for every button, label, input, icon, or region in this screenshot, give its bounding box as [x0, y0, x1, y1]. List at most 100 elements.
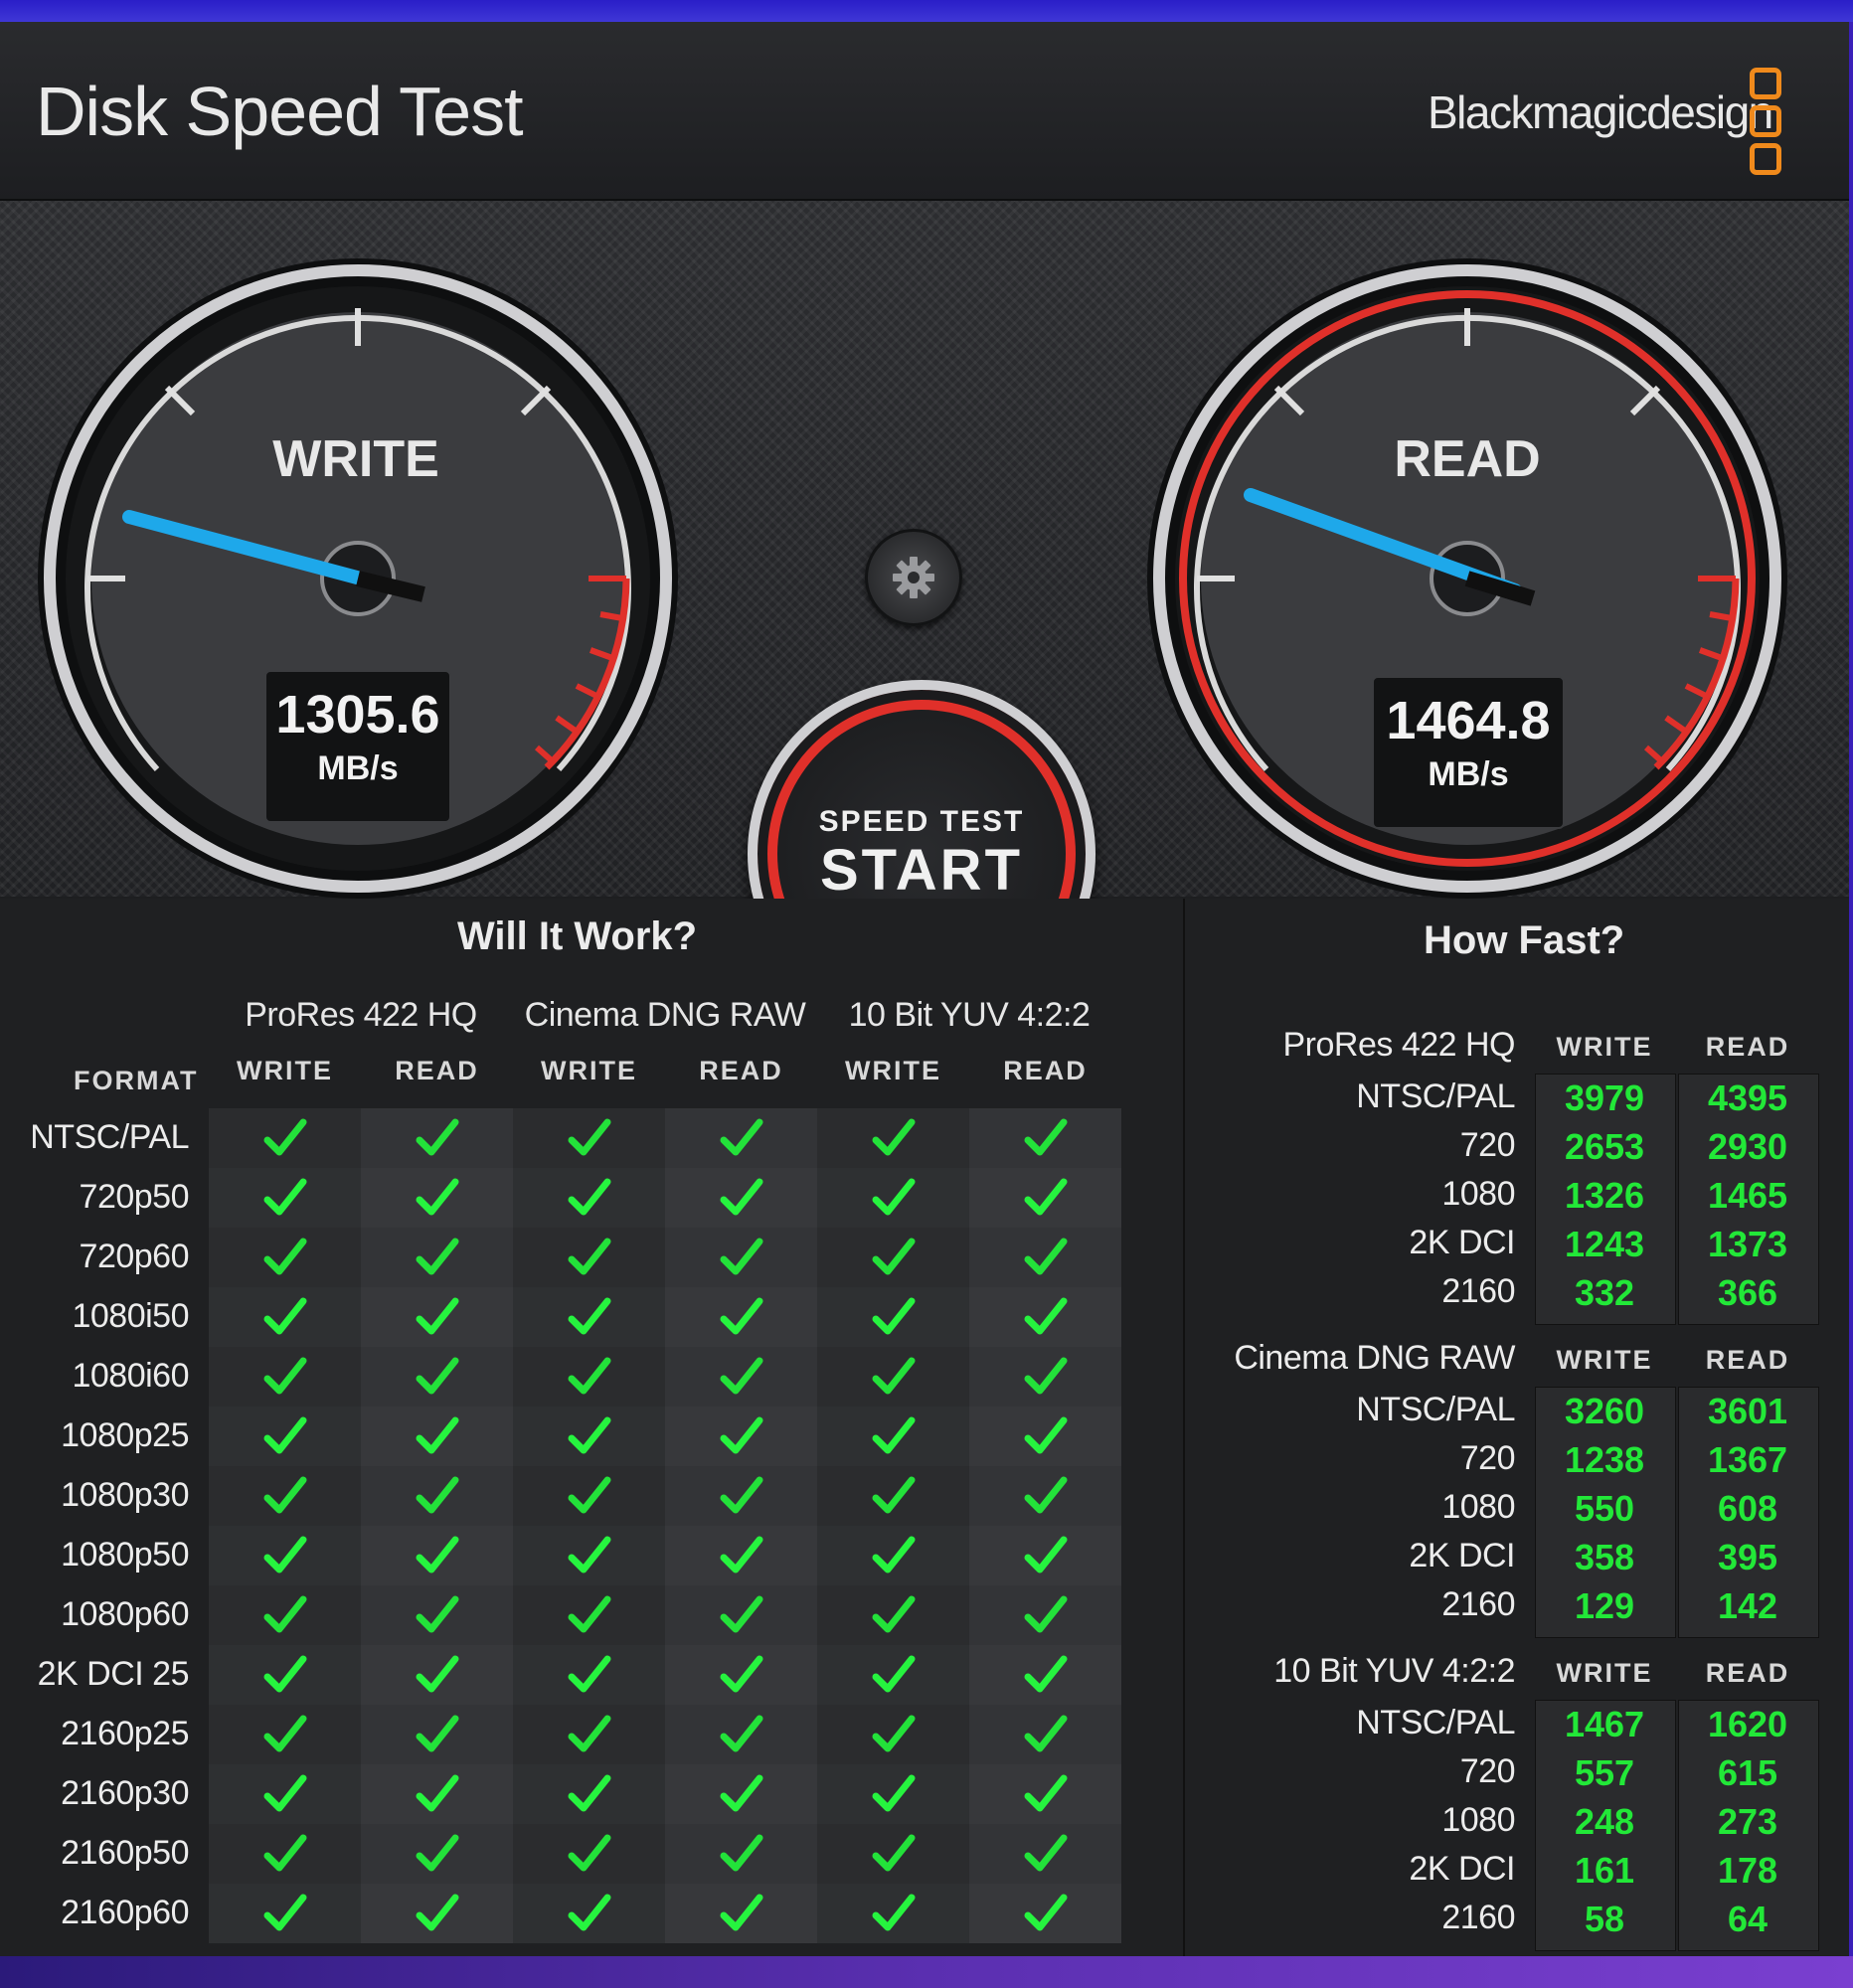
compatibility-cell [361, 1764, 513, 1824]
compatibility-cell [209, 1466, 361, 1526]
gauge-panel: WRITE 1305.6 MB/s SPEED TEST START READ … [0, 201, 1849, 1028]
how-fast-write-value: 248 [1574, 1801, 1635, 1842]
compatibility-cell [665, 1108, 817, 1168]
compatibility-cell [513, 1347, 665, 1407]
will-it-work-title: Will It Work? [457, 914, 698, 958]
compatibility-grid [209, 1108, 1123, 1943]
check-icon [416, 1178, 458, 1216]
how-fast-write-value: 550 [1574, 1488, 1635, 1529]
check-icon [263, 1118, 306, 1156]
compatibility-cell [969, 1585, 1121, 1645]
how-fast-read-value: 142 [1717, 1585, 1778, 1626]
compatibility-row [209, 1645, 1123, 1705]
check-icon [720, 1238, 762, 1275]
check-icon [416, 1536, 458, 1574]
how-fast-read-value: 395 [1717, 1537, 1778, 1577]
check-icon [720, 1118, 762, 1156]
check-icon [720, 1297, 762, 1335]
app-window: Disk Speed Test Blackmagicdesign WRITE 1… [0, 22, 1849, 1956]
check-icon [720, 1595, 762, 1633]
compatibility-cell [969, 1168, 1121, 1228]
compatibility-cell [969, 1108, 1121, 1168]
compatibility-cell [361, 1884, 513, 1943]
check-icon [720, 1655, 762, 1693]
compatibility-row [209, 1585, 1123, 1645]
check-icon [263, 1297, 306, 1335]
how-fast-read-value: 608 [1717, 1488, 1778, 1529]
how-fast-row-label: 2K DCI [1409, 1850, 1515, 1888]
check-icon [263, 1595, 306, 1633]
check-icon [263, 1416, 306, 1454]
check-icon [263, 1476, 306, 1514]
how-fast-write-value: 2653 [1564, 1126, 1645, 1167]
read-readout: 1464.8 MB/s [1372, 676, 1565, 829]
how-fast-write-value: 358 [1574, 1537, 1635, 1577]
how-fast-row-label: 720 [1459, 1439, 1516, 1477]
format-row-label: 720p60 [79, 1238, 190, 1275]
check-icon [720, 1416, 762, 1454]
check-icon [1024, 1715, 1067, 1752]
format-row-label: 1080i50 [72, 1297, 189, 1335]
compatibility-cell [665, 1824, 817, 1884]
compatibility-cell [209, 1347, 361, 1407]
how-fast-read-value: 3601 [1707, 1391, 1788, 1431]
check-icon [720, 1178, 762, 1216]
compatibility-row [209, 1287, 1123, 1347]
write-speed-unit: MB/s [317, 749, 399, 787]
how-fast-read-value: 1367 [1707, 1439, 1788, 1480]
compatibility-cell [817, 1764, 969, 1824]
how-fast-row-label: NTSC/PAL [1356, 1077, 1515, 1115]
check-icon [416, 1416, 458, 1454]
check-icon [416, 1118, 458, 1156]
write-gauge-label: WRITE [272, 430, 439, 488]
group-header-cinema-dng: Cinema DNG RAW [524, 996, 806, 1034]
check-icon [416, 1834, 458, 1872]
group-header-yuv: 10 Bit YUV 4:2:2 [848, 996, 1091, 1034]
read-speed-value: 1464.8 [1386, 691, 1551, 750]
check-icon [416, 1715, 458, 1752]
check-icon [872, 1536, 915, 1574]
compatibility-cell [665, 1287, 817, 1347]
compatibility-row [209, 1347, 1123, 1407]
check-icon [263, 1536, 306, 1574]
check-icon [720, 1894, 762, 1931]
check-icon [568, 1118, 610, 1156]
check-icon [720, 1536, 762, 1574]
compatibility-cell [665, 1705, 817, 1764]
how-fast-section-title: Cinema DNG RAW [1234, 1339, 1515, 1377]
compatibility-cell [665, 1764, 817, 1824]
compatibility-cell [513, 1228, 665, 1287]
compatibility-cell [513, 1108, 665, 1168]
compatibility-cell [969, 1884, 1121, 1943]
compatibility-cell [513, 1466, 665, 1526]
compatibility-cell [817, 1287, 969, 1347]
compatibility-row [209, 1884, 1123, 1943]
compatibility-cell [817, 1347, 969, 1407]
how-fast-write-value: 3260 [1564, 1391, 1645, 1431]
how-fast-section-title: 10 Bit YUV 4:2:2 [1273, 1652, 1515, 1690]
compatibility-row [209, 1407, 1123, 1466]
compatibility-row [209, 1705, 1123, 1764]
check-icon [416, 1655, 458, 1693]
how-fast-row-label: 2K DCI [1409, 1537, 1515, 1574]
compatibility-cell [969, 1526, 1121, 1585]
compatibility-cell [361, 1287, 513, 1347]
format-row-label: 720p50 [79, 1178, 190, 1216]
check-icon [1024, 1536, 1067, 1574]
how-fast-read-value: 64 [1727, 1899, 1769, 1939]
compatibility-cell [361, 1585, 513, 1645]
settings-button[interactable] [865, 529, 962, 626]
check-icon [263, 1894, 306, 1931]
how-fast-row-label: 1080 [1441, 1175, 1515, 1213]
how-fast-read-value: 4395 [1707, 1077, 1788, 1118]
check-icon [263, 1715, 306, 1752]
check-icon [568, 1894, 610, 1931]
check-icon [720, 1715, 762, 1752]
compatibility-row [209, 1228, 1123, 1287]
how-fast-read-value: 273 [1717, 1801, 1778, 1842]
how-fast-write-value: 332 [1574, 1272, 1635, 1313]
format-row-label: 2160p25 [61, 1715, 189, 1752]
compatibility-cell [969, 1287, 1121, 1347]
cinema-dng-read-header: READ [699, 1056, 783, 1085]
compatibility-cell [969, 1347, 1121, 1407]
